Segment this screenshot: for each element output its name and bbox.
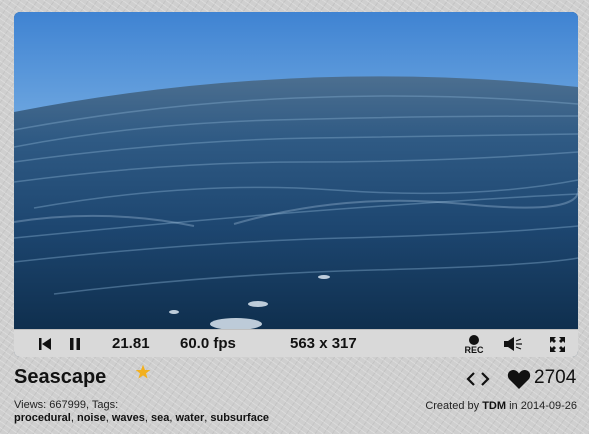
fps-display: 60.0 fps [180, 335, 236, 352]
star-icon[interactable] [135, 364, 151, 380]
player-controls: 21.81 60.0 fps 563 x 317 REC [14, 329, 578, 357]
tag-link[interactable]: noise [77, 412, 106, 424]
created-by-label: Created by [425, 400, 480, 412]
shader-player: 21.81 60.0 fps 563 x 317 REC [14, 12, 578, 357]
skip-back-icon[interactable] [36, 330, 54, 357]
tag-link[interactable]: waves [112, 412, 145, 424]
tag-link[interactable]: subsurface [210, 412, 269, 424]
shader-canvas[interactable] [14, 12, 578, 329]
tag-list: procedural, noise, waves, sea, water, su… [14, 412, 270, 424]
shader-info: Seascape Views: 667999, Tags: procedural… [14, 364, 269, 424]
seascape-render [14, 12, 578, 329]
speaker-icon[interactable] [502, 330, 524, 357]
pause-icon[interactable] [66, 330, 84, 357]
created-date: 2014-09-26 [520, 400, 577, 412]
created-in-label: in [509, 400, 518, 412]
tag-link[interactable]: procedural [14, 412, 71, 424]
likes-count: 2704 [534, 367, 577, 388]
record-label: REC [464, 345, 484, 355]
code-brackets-icon[interactable] [466, 369, 490, 389]
views-count: Views: 667999, Tags: [14, 399, 119, 411]
fullscreen-icon[interactable] [547, 330, 567, 357]
time-display: 21.81 [112, 335, 150, 352]
tag-link[interactable]: water [175, 412, 204, 424]
heart-icon[interactable] [507, 368, 531, 390]
record-button[interactable]: REC [461, 330, 487, 357]
author-link[interactable]: TDM [482, 400, 506, 412]
tag-link[interactable]: sea [151, 412, 169, 424]
author-line: Created by TDM in 2014-09-26 [425, 400, 577, 412]
resolution-display: 563 x 317 [290, 335, 357, 352]
shader-title: Seascape [14, 366, 107, 388]
